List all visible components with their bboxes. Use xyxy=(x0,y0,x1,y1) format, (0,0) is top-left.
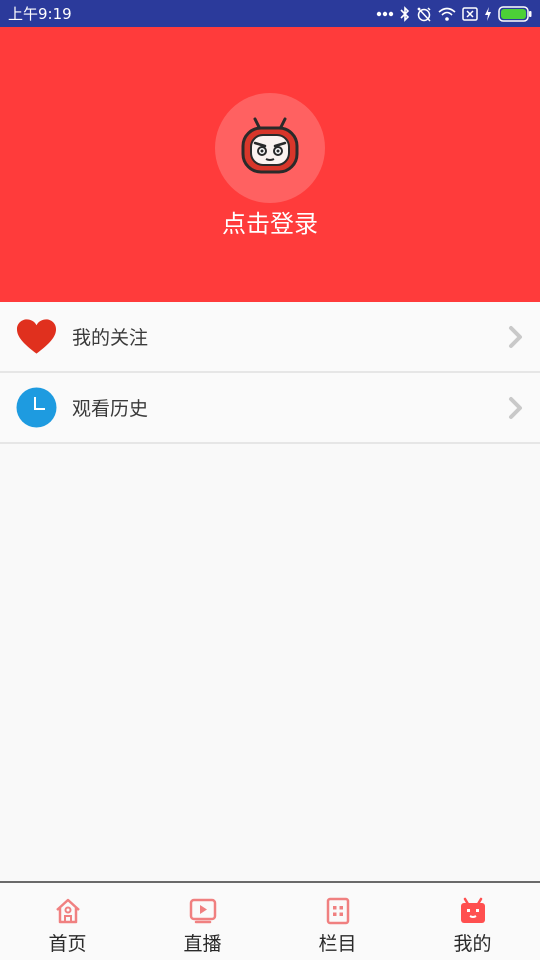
battery-icon xyxy=(498,5,532,22)
no-sim-icon xyxy=(462,6,478,21)
login-label[interactable]: 点击登录 xyxy=(0,204,540,239)
tab-home[interactable]: 首页 xyxy=(0,883,135,960)
more-dots-icon xyxy=(376,11,394,17)
tab-mine[interactable]: 我的 xyxy=(405,883,540,960)
tab-label: 直播 xyxy=(183,933,222,955)
tab-label: 我的 xyxy=(453,933,492,955)
avatar[interactable] xyxy=(215,93,325,203)
tv-mine-icon xyxy=(459,897,487,925)
status-time: 上午9:19 xyxy=(8,5,72,23)
tv-mascot-icon xyxy=(235,111,305,185)
wifi-icon xyxy=(438,7,456,21)
profile-header: 点击登录 xyxy=(0,27,540,302)
menu-item-following[interactable]: 我的关注 xyxy=(0,302,540,373)
home-icon xyxy=(54,897,82,925)
tab-label: 栏目 xyxy=(318,933,357,955)
tab-columns[interactable]: 栏目 xyxy=(270,883,405,960)
live-icon xyxy=(189,897,217,925)
menu-item-label: 我的关注 xyxy=(72,327,149,349)
clock-icon xyxy=(16,387,57,428)
chevron-right-icon xyxy=(508,396,524,420)
menu-item-label: 观看历史 xyxy=(72,398,149,420)
alarm-off-icon xyxy=(416,6,432,22)
tab-label: 首页 xyxy=(48,933,87,955)
menu-item-history[interactable]: 观看历史 xyxy=(0,373,540,444)
status-bar: 上午9:19 xyxy=(0,0,540,27)
status-icons xyxy=(376,5,532,22)
menu-list: 我的关注 观看历史 xyxy=(0,302,540,444)
heart-icon xyxy=(16,316,57,357)
columns-icon xyxy=(324,897,352,925)
chevron-right-icon xyxy=(508,325,524,349)
bottom-nav: 首页 直播 栏目 我的 xyxy=(0,881,540,960)
charging-icon xyxy=(484,6,492,21)
bluetooth-icon xyxy=(400,5,410,22)
tab-live[interactable]: 直播 xyxy=(135,883,270,960)
